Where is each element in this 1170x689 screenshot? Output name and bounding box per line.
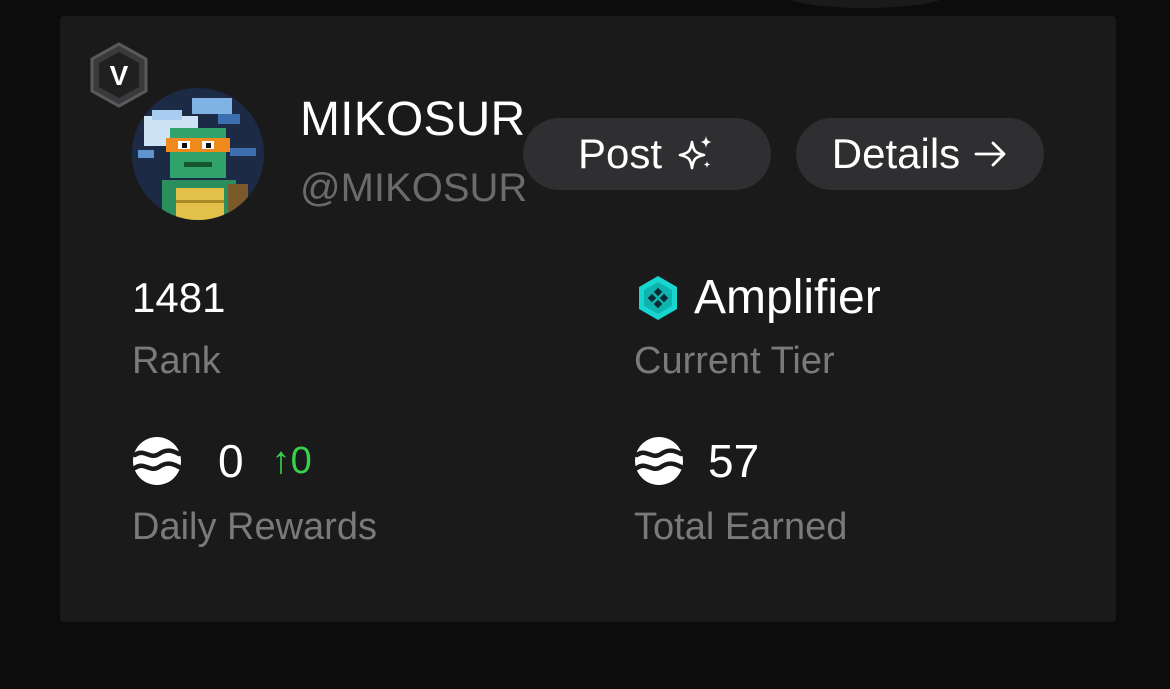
tier-value: Amplifier xyxy=(694,271,881,324)
profile-handle[interactable]: @MIKOSUR xyxy=(300,166,558,211)
details-button[interactable]: Details xyxy=(796,118,1044,190)
background-glow xyxy=(780,0,950,8)
arrow-up-icon: ↑ xyxy=(271,439,291,482)
daily-rewards-row: 0 ↑0 xyxy=(132,434,312,488)
profile-card: V MIKOSUR @MIKOSUR Post Details 1481 Ran… xyxy=(60,16,1116,622)
daily-rewards-value: 0 xyxy=(218,435,244,487)
daily-rewards-label: Daily Rewards xyxy=(132,506,377,548)
pixel-turtle-avatar-image xyxy=(132,88,264,220)
rank-value: 1481 xyxy=(132,274,226,321)
total-earned-label: Total Earned xyxy=(634,506,848,548)
post-button-label: Post xyxy=(577,130,663,177)
tier-row[interactable]: Amplifier xyxy=(636,270,881,325)
wave-token-icon xyxy=(132,436,182,486)
tier-label: Current Tier xyxy=(634,340,835,382)
sparkle-icon xyxy=(678,136,712,170)
verified-badge: V xyxy=(86,42,152,108)
daily-rewards-delta-value: 0 xyxy=(290,439,312,482)
verified-letter: V xyxy=(109,60,129,91)
avatar[interactable] xyxy=(132,88,264,220)
rank-label: Rank xyxy=(132,340,221,382)
daily-rewards-delta: ↑0 xyxy=(272,440,312,483)
arrow-right-icon xyxy=(974,141,1006,167)
teal-hexagon-gem-icon xyxy=(639,275,677,320)
post-button[interactable]: Post xyxy=(523,118,771,190)
total-earned-row: 57 xyxy=(634,434,759,488)
total-earned-value: 57 xyxy=(708,435,760,487)
profile-name: MIKOSUR xyxy=(300,93,526,146)
details-button-label: Details xyxy=(831,130,961,177)
wave-token-icon xyxy=(634,436,684,486)
